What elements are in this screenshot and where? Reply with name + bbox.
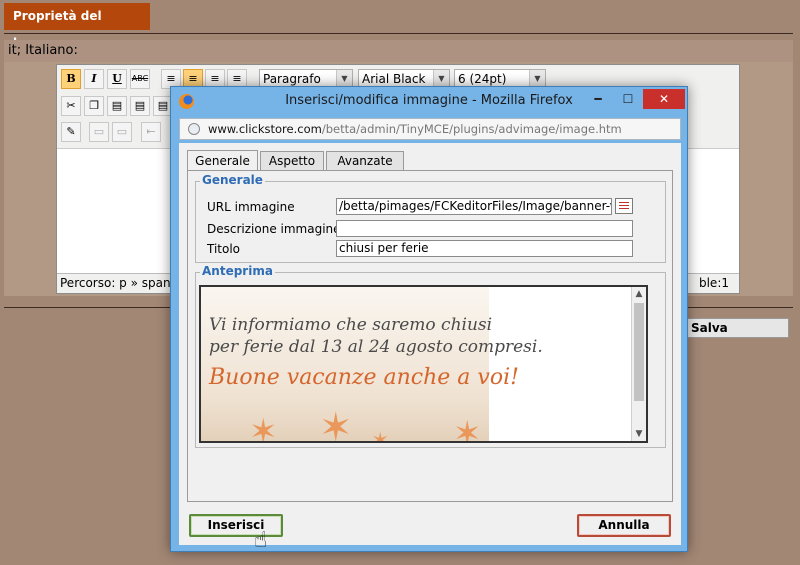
minimize-icon[interactable]: ━ xyxy=(585,89,611,109)
image-dialog-window: Inserisci/modifica immagine - Mozilla Fi… xyxy=(170,86,688,552)
element-path: Percorso: p » span xyxy=(60,276,171,290)
tab-avanzate[interactable]: Avanzate xyxy=(326,151,404,171)
scroll-up-icon[interactable]: ▲ xyxy=(632,287,646,301)
general-legend: Generale xyxy=(200,173,265,187)
scroll-down-icon[interactable]: ▼ xyxy=(632,427,646,441)
description-label: Descrizione immagine xyxy=(207,222,341,236)
preview-scrollbar[interactable]: ▲ ▼ xyxy=(631,287,646,441)
preview-legend: Anteprima xyxy=(200,264,275,278)
cancel-button[interactable]: Annulla xyxy=(577,514,671,537)
banner-image: Vi informiamo che saremo chiusi per feri… xyxy=(201,287,543,443)
title-label: Titolo xyxy=(207,242,241,256)
format-select-value: Paragrafo xyxy=(263,72,321,86)
outdent-icon: ⇤ xyxy=(141,122,161,142)
close-icon[interactable]: ✕ xyxy=(643,89,685,109)
insert-button[interactable]: Inserisci xyxy=(189,514,283,537)
banner-properties-tab[interactable]: Proprietà del banner xyxy=(4,3,150,50)
save-button[interactable]: Salva xyxy=(686,318,789,338)
hand-cursor-icon: ☝ xyxy=(254,528,268,553)
dialog-content: Generale Aspetto Avanzate Generale URL i… xyxy=(179,143,681,545)
cut-icon[interactable]: ✂ xyxy=(61,96,81,116)
image-title-input[interactable]: chiusi per ferie xyxy=(336,240,633,257)
url-label: URL immagine xyxy=(207,200,295,214)
language-label: it; Italiano: xyxy=(4,40,793,62)
starfish-icon: ✶ xyxy=(319,405,353,443)
font-select-value: Arial Black xyxy=(362,72,426,86)
tab-generale[interactable]: Generale xyxy=(187,150,258,171)
browse-icon[interactable] xyxy=(615,198,633,214)
globe-icon xyxy=(188,123,200,135)
maximize-icon[interactable]: ☐ xyxy=(615,89,641,109)
dialog-titlebar[interactable]: Inserisci/modifica immagine - Mozilla Fi… xyxy=(171,87,687,117)
url-host: www.clickstore.com xyxy=(208,122,322,136)
url-bar[interactable]: www.clickstore.com/betta/admin/TinyMCE/p… xyxy=(179,118,681,140)
scrollbar-thumb[interactable] xyxy=(634,303,644,401)
top-divider xyxy=(4,33,793,34)
preview-text-line3: Buone vacanze anche a voi! xyxy=(209,365,519,390)
strikethrough-button[interactable]: ABC xyxy=(130,69,150,89)
image-url-input[interactable]: /betta/pimages/FCKeditorFiles/Image/bann… xyxy=(336,198,612,215)
preview-fieldset: Anteprima Vi informiamo che saremo chius… xyxy=(195,264,666,448)
edit-icon[interactable]: ✎ xyxy=(61,122,81,142)
italic-button[interactable]: I xyxy=(84,69,104,89)
starfish-icon: ✶ xyxy=(249,412,278,443)
general-fieldset: Generale URL immagine /betta/pimages/FCK… xyxy=(195,173,666,263)
image-preview[interactable]: Vi informiamo che saremo chiusi per feri… xyxy=(199,285,648,443)
table-row-icon: ▭ xyxy=(89,122,109,142)
copy-icon[interactable]: ❐ xyxy=(84,96,104,116)
paste-icon[interactable]: ▤ xyxy=(107,96,127,116)
url-path: /betta/admin/TinyMCE/plugins/advimage/im… xyxy=(321,122,622,136)
paste-text-icon[interactable]: ▤ xyxy=(130,96,150,116)
underline-button[interactable]: U xyxy=(107,69,127,89)
starfish-icon: ✶ xyxy=(371,429,390,443)
starfish-icon: ✶ xyxy=(453,414,482,443)
preview-text-line2: per ferie dal 13 al 24 agosto compresi. xyxy=(209,337,543,357)
bold-button[interactable]: B xyxy=(61,69,81,89)
image-description-input[interactable] xyxy=(336,220,633,237)
size-select-value: 6 (24pt) xyxy=(458,72,507,86)
tab-aspetto[interactable]: Aspetto xyxy=(260,151,324,171)
preview-text-line1: Vi informiamo che saremo chiusi xyxy=(209,315,493,335)
status-right-text: ble:1 xyxy=(698,276,729,290)
tab-panel-generale: Generale URL immagine /betta/pimages/FCK… xyxy=(187,170,673,502)
table-col-icon: ▭ xyxy=(112,122,132,142)
